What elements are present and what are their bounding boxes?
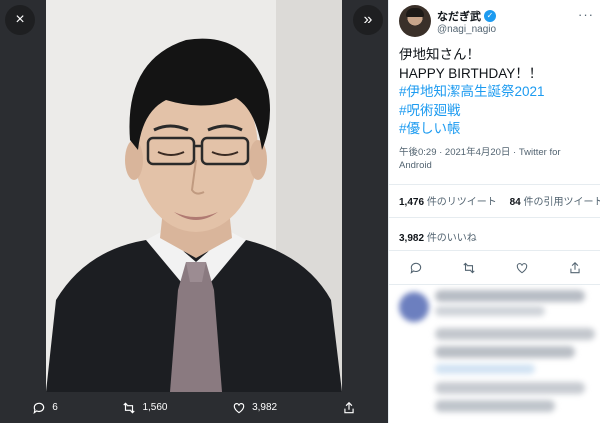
like-icon[interactable] — [515, 261, 529, 275]
reply-line-blurred — [435, 328, 595, 340]
likes-label: 件のいいね — [426, 233, 477, 244]
reply-line-blurred — [435, 382, 585, 394]
tweet-text: 伊地知さん！ HAPPY BIRTHDAY！！ #伊地知潔高生誕祭2021 #呪術廻戦… — [399, 46, 597, 139]
quotes-stat[interactable]: 84 件の引用ツイート — [510, 197, 600, 208]
like-icon — [233, 402, 245, 413]
close-icon: × — [15, 11, 25, 28]
next-icon: » — [363, 11, 373, 28]
tweet-timestamp[interactable]: 午後0:29 · 2021年4月20日 · Twitter for Androi… — [399, 146, 595, 172]
tweet-panel: なだぎ武 ✓ @nagi_nagio ··· 伊地知さん！ HAPPY BIRTH… — [388, 0, 600, 423]
share-icon — [344, 401, 354, 413]
media-action-bar: 6 1,560 3,982 — [0, 392, 388, 423]
share-icon[interactable] — [568, 261, 582, 275]
quotes-label: 件の引用ツイート — [523, 197, 600, 208]
tweet-text-line: HAPPY BIRTHDAY！！ — [399, 65, 543, 81]
retweets-count: 1,476 — [399, 197, 425, 208]
tweet-action-bar — [389, 258, 600, 278]
media-retweet-button[interactable]: 1,560 — [122, 401, 167, 415]
divider — [389, 217, 600, 218]
likes-count: 3,982 — [399, 233, 425, 244]
engagement-stats: 1,476 件のリツイート 84 件の引用ツイート — [399, 193, 600, 208]
verified-icon: ✓ — [484, 10, 496, 22]
retweet-icon[interactable] — [462, 261, 476, 275]
hashtag-link[interactable]: #伊地知潔高生誕祭2021 — [399, 83, 597, 102]
retweet-count: 1,560 — [142, 402, 168, 413]
display-name[interactable]: なだぎ武 — [437, 8, 481, 24]
divider — [389, 250, 600, 251]
like-count: 3,982 — [252, 402, 278, 413]
replies-obscured — [389, 284, 600, 423]
portrait-illustration — [46, 0, 342, 392]
more-icon: ··· — [578, 7, 594, 22]
reply-icon[interactable] — [409, 261, 423, 275]
reply-line-blurred — [435, 400, 555, 412]
next-media-button[interactable]: » — [353, 5, 383, 35]
tweet-author: なだぎ武 ✓ @nagi_nagio ··· — [399, 5, 594, 39]
user-handle[interactable]: @nagi_nagio — [437, 24, 496, 35]
media-share-button[interactable] — [342, 401, 356, 415]
media-like-button[interactable]: 3,982 — [232, 401, 277, 415]
media-reply-button[interactable]: 6 — [32, 401, 58, 415]
hashtag-link[interactable]: #優しい帳 — [399, 120, 597, 139]
retweets-label: 件のリツイート — [426, 197, 497, 208]
retweets-stat[interactable]: 1,476 件のリツイート — [399, 197, 497, 208]
avatar[interactable] — [399, 5, 431, 37]
tweet-photo[interactable] — [46, 0, 342, 392]
reply-avatar-blurred — [399, 292, 429, 322]
likes-stat[interactable]: 3,982 件のいいね — [399, 229, 477, 244]
media-viewer: × » 6 1,560 3,982 — [0, 0, 388, 423]
reply-count: 6 — [52, 402, 58, 413]
tweet-text-line: 伊地知さん！ — [399, 47, 480, 62]
retweet-icon — [123, 402, 136, 413]
reply-line-blurred — [435, 290, 585, 302]
author-name-row: なだぎ武 ✓ — [437, 8, 496, 24]
quotes-count: 84 — [509, 197, 521, 208]
close-button[interactable]: × — [5, 5, 35, 35]
reply-line-blurred — [435, 306, 545, 316]
divider — [389, 184, 600, 185]
reply-line-blurred — [435, 346, 575, 358]
reply-icon — [33, 402, 45, 414]
hashtag-link[interactable]: #呪術廻戦 — [399, 102, 597, 121]
more-button[interactable]: ··· — [578, 7, 594, 22]
reply-line-blurred — [435, 364, 535, 374]
